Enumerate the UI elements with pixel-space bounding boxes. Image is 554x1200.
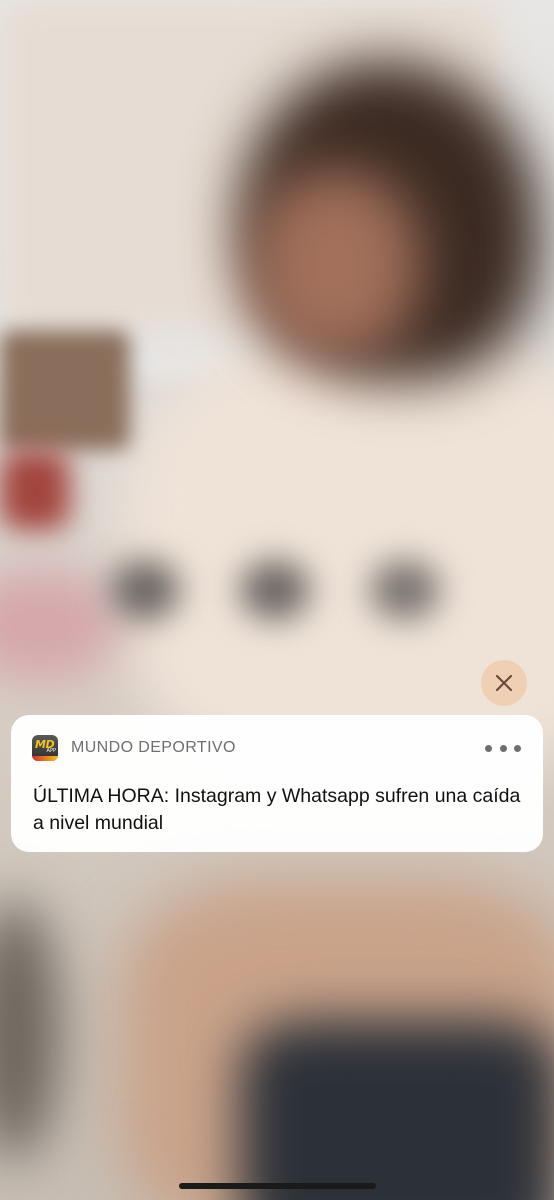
close-icon (495, 674, 513, 692)
blurred-wallpaper (0, 0, 554, 1200)
ellipsis-icon[interactable] (485, 741, 521, 755)
push-notification[interactable]: MD APP MUNDO DEPORTIVO ÚLTIMA HORA: Inst… (11, 715, 543, 852)
mundo-deportivo-app-icon: MD APP (32, 735, 58, 761)
notification-app-name: MUNDO DEPORTIVO (71, 739, 236, 756)
app-icon-sub-text: APP (46, 748, 56, 754)
notification-message: ÚLTIMA HORA: Instagram y Whatsapp sufren… (33, 785, 521, 834)
home-indicator[interactable] (179, 1183, 376, 1189)
dismiss-notification-button[interactable] (481, 660, 527, 706)
lock-screen: MD APP MUNDO DEPORTIVO ÚLTIMA HORA: Inst… (0, 0, 554, 1200)
